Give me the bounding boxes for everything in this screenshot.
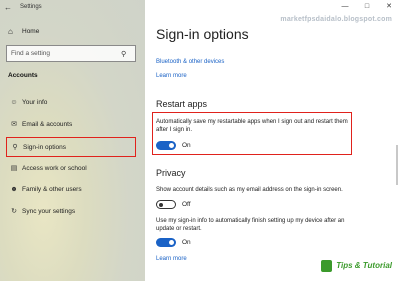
toggle-switch[interactable] — [156, 238, 176, 247]
app-title: Settings — [20, 4, 42, 10]
toggle-switch[interactable] — [156, 200, 176, 209]
sidebar-item-sign-in-options[interactable]: ⚲ Sign-in options — [6, 137, 136, 157]
search-input[interactable]: Find a setting — [11, 50, 121, 57]
toggle-switch[interactable] — [156, 141, 176, 150]
restart-description: Automatically save my restartable apps w… — [156, 119, 348, 133]
sidebar-item-label: Family & other users — [22, 185, 82, 193]
sidebar-item-label: Your info — [22, 98, 48, 106]
toggle-state: On — [182, 239, 191, 246]
brand-label: Tips & Tutorial — [336, 261, 392, 270]
privacy-heading: Privacy — [156, 168, 186, 178]
key-icon: ⚲ — [12, 144, 18, 151]
window-controls: — □ ✕ — [334, 0, 400, 14]
title-bar: ← Settings — [0, 0, 145, 14]
learn-more-link[interactable]: Learn more — [156, 73, 187, 79]
search-box[interactable]: Find a setting ⚲ — [6, 45, 136, 62]
search-icon[interactable]: ⚲ — [121, 50, 135, 58]
watermark: marketfpsdaidalo.blogspot.com — [280, 16, 392, 23]
close-icon[interactable]: ✕ — [378, 0, 400, 14]
sidebar-item-family[interactable]: ☻ Family & other users — [6, 181, 136, 197]
restart-apps-heading: Restart apps — [156, 99, 208, 109]
account-details-description: Show account details such as my email ad… — [156, 187, 343, 193]
toggle-state: Off — [182, 201, 191, 208]
user-icon: ☺ — [10, 98, 18, 106]
maximize-icon[interactable]: □ — [356, 0, 378, 14]
restart-toggle[interactable]: On — [156, 141, 191, 150]
sidebar-item-label: Access work or school — [22, 164, 87, 172]
privacy-learn-more-link[interactable]: Learn more — [156, 256, 187, 262]
sidebar-item-label: Sync your settings — [22, 207, 76, 215]
page-title: Sign-in options — [156, 26, 249, 42]
people-icon: ☻ — [10, 185, 18, 193]
nav-home[interactable]: ⌂ Home — [8, 27, 39, 36]
minimize-icon[interactable]: — — [334, 0, 356, 14]
sidebar-item-your-info[interactable]: ☺ Your info — [6, 94, 136, 110]
sidebar-item-sync[interactable]: ↻ Sync your settings — [6, 203, 136, 219]
sidebar-item-label: Email & accounts — [22, 120, 73, 128]
back-arrow-icon[interactable]: ← — [0, 3, 16, 12]
home-icon: ⌂ — [8, 27, 13, 36]
account-details-toggle[interactable]: Off — [156, 200, 191, 209]
sidebar: ← Settings ⌂ Home Find a setting ⚲ Accou… — [0, 0, 145, 281]
sidebar-item-email-accounts[interactable]: ✉ Email & accounts — [6, 116, 136, 132]
scrollbar[interactable] — [396, 145, 398, 185]
main-pane: — □ ✕ marketfpsdaidalo.blogspot.com Sign… — [145, 0, 400, 281]
signin-info-description: Use my sign-in info to automatically fin… — [156, 218, 345, 232]
sidebar-item-access-work[interactable]: ▤ Access work or school — [6, 160, 136, 176]
brand-logo-icon — [321, 260, 332, 272]
sidebar-item-label: Sign-in options — [23, 143, 66, 151]
bluetooth-link[interactable]: Bluetooth & other devices — [156, 59, 224, 65]
section-label: Accounts — [8, 72, 38, 79]
mail-icon: ✉ — [11, 121, 17, 128]
briefcase-icon: ▤ — [10, 165, 18, 172]
sync-icon: ↻ — [11, 208, 17, 215]
toggle-state: On — [182, 142, 191, 149]
signin-info-toggle[interactable]: On — [156, 238, 191, 247]
nav-home-label: Home — [22, 28, 40, 35]
